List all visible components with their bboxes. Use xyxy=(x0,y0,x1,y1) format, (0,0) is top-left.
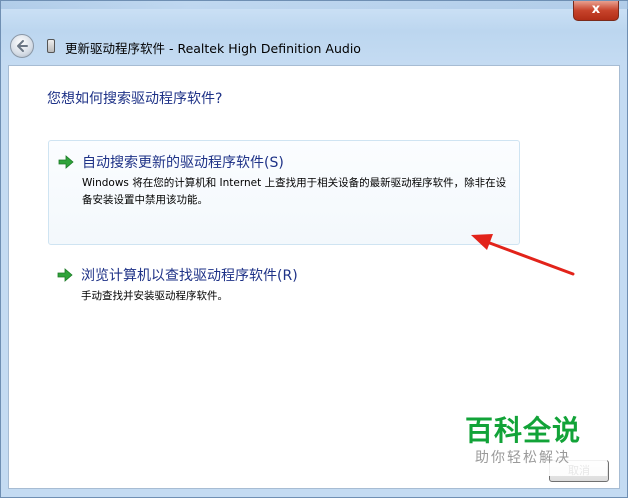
device-icon xyxy=(47,39,55,53)
green-arrow-icon xyxy=(58,155,74,169)
option-auto-search-description: Windows 将在您的计算机和 Internet 上查找用于相关设备的最新驱动… xyxy=(82,177,507,206)
option-auto-search-title: 自动搜索更新的驱动程序软件(S) xyxy=(82,155,284,171)
back-button[interactable] xyxy=(10,34,34,58)
watermark-subtitle: 助你轻松解决 xyxy=(475,450,571,466)
watermark-title: 百科全说 xyxy=(465,414,582,447)
option-browse-computer-title: 浏览计算机以查找驱动程序软件(R) xyxy=(81,268,298,284)
close-button[interactable]: x xyxy=(573,1,619,21)
window-title: 更新驱动程序软件 - Realtek High Definition Audio xyxy=(65,41,361,56)
back-arrow-icon xyxy=(17,40,28,52)
page-question: 您想如何搜索驱动程序软件? xyxy=(47,91,223,107)
window-frame: x 更新驱动程序软件 - Realtek High Definition Aud… xyxy=(0,0,628,498)
green-arrow-icon xyxy=(57,268,73,282)
title-strip xyxy=(1,1,628,9)
title-bar: 更新驱动程序软件 - Realtek High Definition Audio xyxy=(1,29,628,63)
option-browse-computer-description: 手动查找并安装驱动程序软件。 xyxy=(81,290,228,302)
option-browse-computer[interactable]: 浏览计算机以查找驱动程序软件(R) 手动查找并安装驱动程序软件。 xyxy=(48,256,520,316)
annotation-arrow xyxy=(471,234,575,276)
option-auto-search[interactable]: 自动搜索更新的驱动程序软件(S) Windows 将在您的计算机和 Intern… xyxy=(48,140,520,245)
